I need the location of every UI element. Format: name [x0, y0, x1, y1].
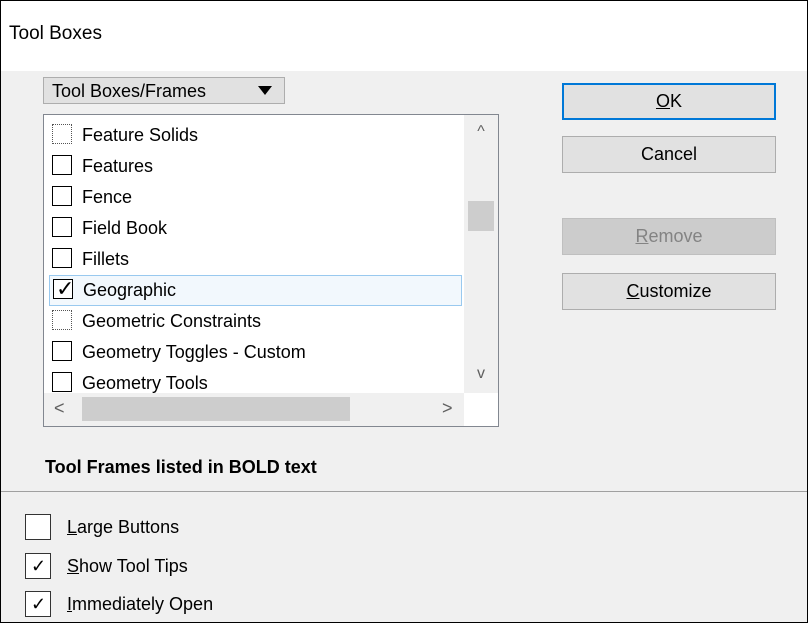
vertical-scrollbar[interactable]: ^ v [464, 115, 498, 393]
check-icon: ✓ [31, 594, 47, 614]
tool-box-list[interactable]: Feature Solids Features Fence Field Book… [43, 114, 499, 427]
tool-boxes-frames-dropdown[interactable]: Tool Boxes/Frames [43, 77, 285, 104]
scroll-down-icon[interactable]: v [464, 365, 498, 383]
list-item-label: Geographic [83, 280, 177, 300]
list-item-checkbox[interactable] [52, 248, 72, 268]
ok-label: K [670, 91, 683, 111]
check-icon: ✓ [56, 276, 75, 301]
list-item-label: Geometry Toggles - Custom [82, 342, 306, 362]
list-item-checkbox[interactable] [52, 310, 72, 330]
show-tool-tips-mnemonic: S [67, 556, 80, 576]
remove-button: Remove [562, 218, 776, 255]
list-item-checkbox[interactable]: ✓ [53, 276, 75, 301]
immediately-open-text: mmediately Open [72, 594, 214, 614]
title-bar: Tool Boxes [1, 1, 807, 71]
list-item-checkbox[interactable] [52, 186, 72, 206]
show-tool-tips-label: Show Tool Tips [67, 556, 188, 577]
list-item[interactable]: Fence [49, 183, 462, 214]
dialog-title: Tool Boxes [9, 23, 102, 44]
show-tool-tips-checkbox[interactable]: ✓ [25, 553, 51, 579]
list-item-checkbox[interactable] [52, 124, 72, 144]
show-tool-tips-text: how Tool Tips [79, 556, 188, 576]
dropdown-label: Tool Boxes/Frames [52, 81, 207, 101]
immediately-open-checkbox[interactable]: ✓ [25, 591, 51, 617]
ok-button[interactable]: OK [562, 83, 776, 120]
list-item-checkbox[interactable] [52, 155, 72, 175]
list-item[interactable]: Geometry Toggles - Custom [49, 338, 462, 369]
ok-mnemonic: O [655, 91, 670, 111]
list-item-checkbox[interactable] [52, 217, 72, 237]
scrollbar-corner [464, 393, 498, 426]
list-item-selected[interactable]: ✓ Geographic [49, 275, 462, 306]
cancel-label: Cancel [640, 144, 698, 164]
list-item[interactable]: Field Book [49, 214, 462, 245]
remove-mnemonic: R [635, 226, 649, 246]
list-item-label: Geometric Constraints [82, 311, 262, 331]
list-item-label: Geometry Tools [82, 373, 208, 393]
list-item-label: Fillets [82, 249, 130, 269]
list-item-checkbox[interactable] [52, 372, 72, 392]
vertical-scroll-thumb[interactable] [468, 201, 494, 231]
customize-label: ustomize [639, 281, 712, 301]
separator [1, 491, 807, 492]
horizontal-scroll-thumb[interactable] [82, 397, 350, 421]
list-item-label: Field Book [82, 218, 168, 238]
list-item[interactable]: Fillets [49, 245, 462, 276]
immediately-open-label: Immediately Open [67, 594, 213, 615]
customize-mnemonic: C [626, 281, 640, 301]
large-buttons-checkbox[interactable] [25, 514, 51, 540]
tool-frames-note: Tool Frames listed in BOLD text [45, 457, 317, 477]
large-buttons-text: arge Buttons [77, 517, 180, 537]
list-item[interactable]: Feature Solids [49, 121, 462, 152]
cancel-button[interactable]: Cancel [562, 136, 776, 173]
remove-label: emove [648, 226, 703, 246]
list-item-checkbox[interactable] [52, 341, 72, 361]
horizontal-scrollbar[interactable]: < > [44, 393, 464, 426]
list-item-label: Fence [82, 187, 133, 207]
scroll-left-icon[interactable]: < [54, 398, 65, 419]
dropdown-arrow-icon [258, 86, 272, 95]
scroll-up-icon[interactable]: ^ [464, 123, 498, 141]
list-item[interactable]: Geometric Constraints [49, 307, 462, 338]
scroll-right-icon[interactable]: > [442, 398, 453, 419]
customize-button[interactable]: Customize [562, 273, 776, 310]
check-icon: ✓ [31, 556, 47, 576]
large-buttons-mnemonic: L [67, 517, 78, 537]
large-buttons-label: Large Buttons [67, 517, 179, 538]
list-item-label: Features [82, 156, 154, 176]
tool-boxes-dialog: Tool Boxes Tool Boxes/Frames Feature Sol… [0, 0, 808, 623]
list-item-label: Feature Solids [82, 125, 199, 145]
list-item[interactable]: Features [49, 152, 462, 183]
